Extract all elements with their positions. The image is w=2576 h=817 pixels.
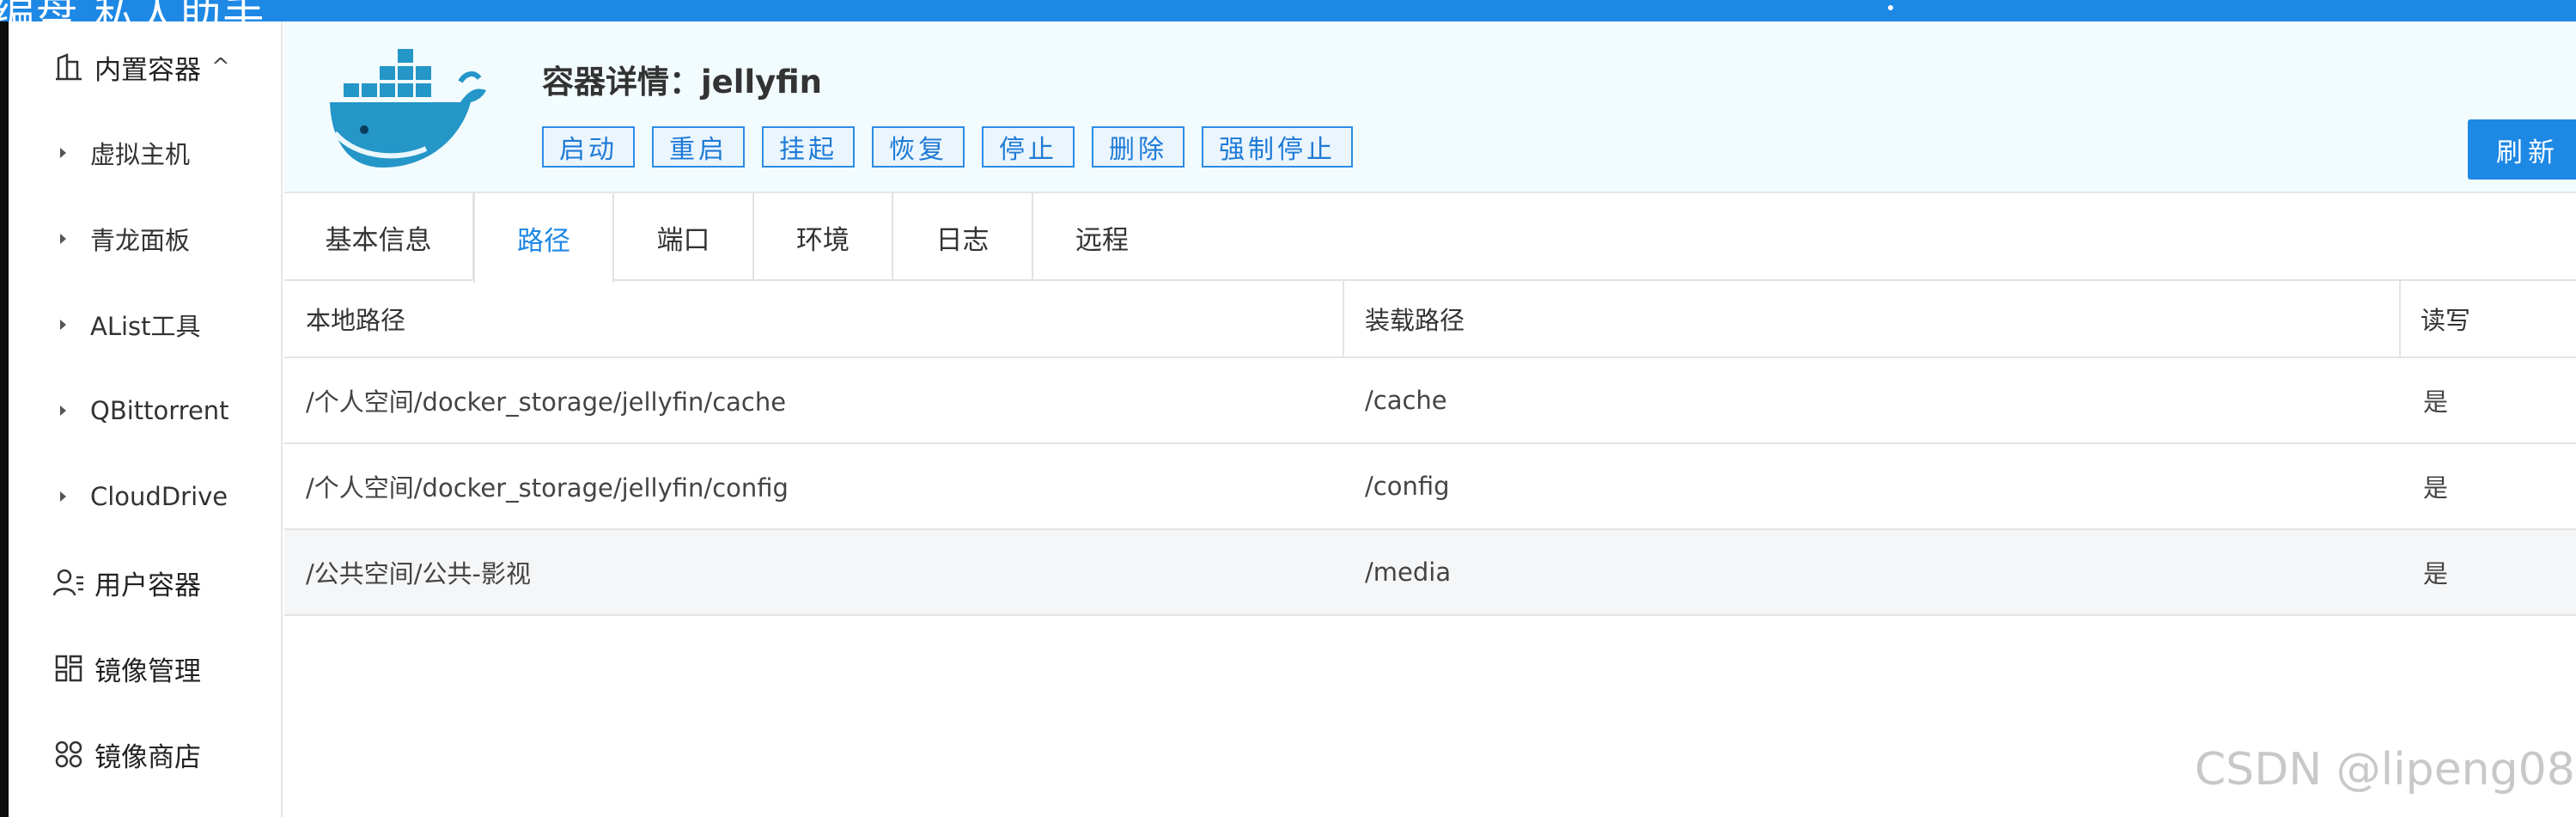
cell-local-path: /个人空间/docker_storage/jellyfin/config <box>306 473 789 503</box>
tab-basic-info[interactable]: 基本信息 <box>284 193 474 281</box>
column-divider <box>2399 281 2401 358</box>
stop-button[interactable]: 停止 <box>982 126 1075 168</box>
sidebar-item-label: 内置容器 <box>94 54 201 86</box>
delete-button[interactable]: 删除 <box>1092 126 1184 168</box>
caret-right-icon <box>60 320 66 330</box>
cell-local-path: /公共空间/公共-影视 <box>306 559 532 588</box>
building-icon <box>52 50 86 84</box>
sidebar-subitem-label: 青龙面板 <box>90 226 191 255</box>
refresh-button[interactable]: 刷新 <box>2468 119 2576 180</box>
caret-right-icon <box>60 148 66 158</box>
sidebar-subitem-alist[interactable]: AList工具 <box>60 299 201 351</box>
cell-read-write: 是 <box>2423 473 2449 503</box>
table-row[interactable]: /个人空间/docker_storage/jellyfin/cache /cac… <box>284 358 2576 444</box>
caret-right-icon <box>60 405 66 416</box>
sidebar-item-image-store[interactable]: 镜像商店 <box>52 729 201 780</box>
sidebar-item-builtin-containers[interactable]: 内置容器 ^ <box>52 41 230 93</box>
column-header-read-write: 读写 <box>2421 306 2471 335</box>
tab-paths[interactable]: 路径 <box>473 193 614 283</box>
table-row[interactable]: /个人空间/docker_storage/jellyfin/config /co… <box>284 444 2576 530</box>
docker-whale-logo <box>323 47 495 176</box>
caret-right-icon <box>60 234 66 244</box>
cell-mount-path: /cache <box>1365 386 1447 415</box>
tab-logs[interactable]: 日志 <box>893 193 1033 281</box>
sidebar-item-label: 用户容器 <box>94 570 201 601</box>
sidebar-subitem-qinglong[interactable]: 青龙面板 <box>60 213 190 265</box>
tab-environment[interactable]: 环境 <box>754 193 893 281</box>
force-stop-button[interactable]: 强制停止 <box>1202 126 1353 168</box>
sidebar-subitem-label: AList工具 <box>90 312 201 341</box>
action-toolbar: 启动 重启 挂起 恢复 停止 删除 强制停止 <box>542 126 1353 168</box>
sidebar-subitem-clouddrive[interactable]: CloudDrive <box>60 471 228 522</box>
window-edge <box>0 21 9 817</box>
grid-icon <box>52 651 86 686</box>
apps-icon <box>52 737 86 771</box>
column-divider <box>1343 281 1344 358</box>
cell-mount-path: /media <box>1365 558 1452 587</box>
sidebar-subitem-vhost[interactable]: 虚拟主机 <box>60 127 190 179</box>
top-bar: 编盘 私人助手 <box>0 0 2576 21</box>
suspend-button[interactable]: 挂起 <box>762 126 855 168</box>
table-row[interactable]: /公共空间/公共-影视 /media 是 <box>284 530 2576 616</box>
resume-button[interactable]: 恢复 <box>872 126 965 168</box>
sidebar-subitem-qbittorrent[interactable]: QBittorrent <box>60 385 229 436</box>
caret-right-icon <box>60 491 66 502</box>
detail-tabs: 基本信息 路径 端口 环境 日志 远程 <box>284 193 2576 283</box>
sidebar-item-label: 镜像商店 <box>94 741 201 773</box>
tab-ports[interactable]: 端口 <box>614 193 754 281</box>
tab-remote[interactable]: 远程 <box>1033 193 1171 281</box>
sidebar-item-user-containers[interactable]: 用户容器 <box>52 557 201 608</box>
cell-read-write: 是 <box>2423 387 2449 417</box>
topbar-dot <box>1888 5 1893 10</box>
sidebar-item-label: 镜像管理 <box>94 655 201 687</box>
user-list-icon <box>52 565 86 600</box>
page-title: 容器详情：jellyfin <box>542 64 823 101</box>
cell-mount-path: /config <box>1365 472 1450 501</box>
watermark: CSDN @lipeng08 <box>2195 744 2575 796</box>
brand-text: 编盘 私人助手 <box>0 0 265 21</box>
sidebar-subitem-label: 虚拟主机 <box>90 140 191 169</box>
cell-read-write: 是 <box>2423 559 2449 588</box>
cell-local-path: /个人空间/docker_storage/jellyfin/cache <box>306 387 787 417</box>
container-header: 容器详情：jellyfin 启动 重启 挂起 恢复 停止 删除 强制停止 刷新 <box>284 21 2576 193</box>
sidebar-subitem-label: CloudDrive <box>90 482 228 511</box>
start-button[interactable]: 启动 <box>542 126 635 168</box>
table-header: 本地路径 装载路径 读写 <box>284 281 2576 358</box>
column-header-mount-path: 装载路径 <box>1365 306 1465 335</box>
sidebar-item-image-management[interactable]: 镜像管理 <box>52 643 201 694</box>
sidebar-subitem-label: QBittorrent <box>90 396 229 425</box>
column-header-local-path: 本地路径 <box>306 306 406 335</box>
restart-button[interactable]: 重启 <box>652 126 745 168</box>
chevron-up-icon: ^ <box>211 54 230 80</box>
